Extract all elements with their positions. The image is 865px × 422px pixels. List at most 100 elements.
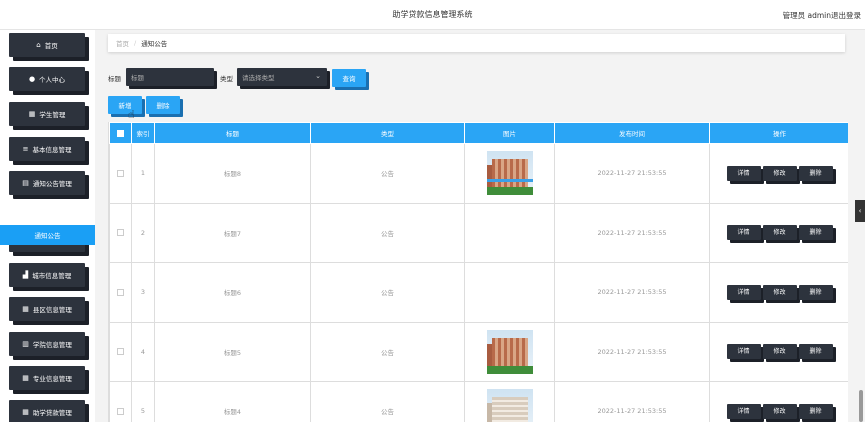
detail-button[interactable]: 详情 — [726, 403, 761, 419]
grid-icon: ▦ — [28, 110, 36, 118]
row-index: 4 — [131, 321, 155, 382]
row-image-cell — [464, 178, 555, 263]
type-select[interactable]: 请选择类型 ⌄ — [237, 68, 327, 86]
sidebar-item-label: 县区信息管理 — [32, 306, 72, 314]
sidebar-item-label: 首页 — [44, 42, 58, 50]
notice-image — [486, 151, 533, 196]
row-actions: 详情 修改 删除 — [709, 381, 848, 422]
title-search-placeholder: 标题 — [131, 74, 144, 82]
edit-button[interactable]: 修改 — [762, 344, 797, 360]
row-checkbox[interactable] — [117, 288, 124, 296]
sidebar-item-10[interactable]: ▦ 助学贷款管理 — [9, 400, 85, 422]
row-time: 2022-11-27 21:53:55 — [554, 202, 710, 263]
sidebar-item-label: 专业信息管理 — [32, 375, 72, 383]
row-time: 2022-11-27 21:53:55 — [554, 381, 710, 422]
breadcrumb-home[interactable]: 首页 — [116, 38, 129, 48]
table-row: 1 标题8 公告 2022-11-27 21:53:55 详情 修改 删除 — [109, 143, 848, 204]
select-all-checkbox[interactable] — [117, 129, 124, 137]
row-title: 标题6 — [154, 262, 311, 323]
table-row: 4 标题5 公告 2022-11-27 21:53:55 详情 修改 删除 — [109, 321, 848, 382]
delete-button[interactable]: 删除 — [798, 165, 833, 181]
delete-button[interactable]: 删除 — [798, 225, 833, 241]
row-time: 2022-11-27 21:53:55 — [554, 262, 710, 323]
edit-button[interactable]: 修改 — [762, 165, 797, 181]
sidebar-item-9[interactable]: ▦ 专业信息管理 — [9, 366, 85, 390]
bulk-delete-button[interactable]: 删除 — [146, 96, 180, 114]
sidebar-item-2[interactable]: ▦ 学生管理 — [9, 102, 85, 126]
detail-button[interactable]: 详情 — [726, 284, 761, 300]
row-select-cell — [109, 202, 132, 263]
row-checkbox[interactable] — [117, 169, 124, 177]
edit-button[interactable]: 修改 — [762, 403, 797, 419]
detail-button[interactable]: 详情 — [726, 225, 761, 241]
sidebar-item-0[interactable]: ⌂ 首页 — [9, 33, 85, 57]
notice-table: 索引 标题 类型 图片 发布时间 操作 1 标题8 公告 2022-11-27 21:… — [108, 122, 848, 422]
row-checkbox[interactable] — [117, 348, 124, 356]
sidebar-item-8[interactable]: ▥ 学院信息管理 — [9, 332, 85, 356]
row-index: 2 — [131, 202, 155, 263]
row-actions: 详情 修改 删除 — [709, 321, 848, 382]
table-header-row: 索引 标题 类型 图片 发布时间 操作 — [109, 122, 848, 144]
grid-icon: ▦ — [22, 305, 29, 313]
title-search-input[interactable]: 标题 — [126, 68, 214, 86]
sidebar-item-4[interactable]: ▤ 通知公告管理 — [9, 171, 85, 195]
row-image-cell — [464, 262, 555, 323]
notice-image — [486, 389, 533, 422]
row-time: 2022-11-27 21:53:55 — [554, 321, 710, 382]
row-type: 公告 — [310, 321, 465, 382]
row-checkbox[interactable] — [117, 407, 124, 415]
breadcrumb: 首页 / 通知公告 — [108, 34, 845, 52]
row-image-cell — [464, 381, 555, 422]
sidebar: ⌂首页●个人中心▦学生管理≡基本信息管理▤通知公告管理▦省份信息管理▟城市信息管… — [0, 30, 95, 422]
row-index: 1 — [131, 143, 155, 204]
row-select-cell — [109, 143, 132, 204]
row-select-cell — [109, 321, 132, 382]
sidebar-item-label: 助学贷款管理 — [32, 409, 72, 417]
sidebar-item-6[interactable]: ▟ 城市信息管理 — [9, 263, 85, 287]
row-select-cell — [109, 262, 132, 323]
grid-icon: ▦ — [22, 408, 29, 416]
delete-button[interactable]: 删除 — [798, 344, 833, 360]
column-header-image: 图片 — [464, 122, 555, 144]
row-index: 5 — [131, 381, 155, 422]
notice-image — [486, 329, 533, 374]
home-icon: ⌂ — [36, 41, 41, 49]
row-type: 公告 — [310, 143, 465, 204]
user-icon: ● — [28, 75, 36, 83]
delete-button[interactable]: 删除 — [798, 403, 833, 419]
sidebar-item-7[interactable]: ▦ 县区信息管理 — [9, 297, 85, 321]
sidebar-item-label: 基本信息管理 — [32, 146, 72, 154]
logout-link[interactable]: 退出登录 — [831, 10, 861, 21]
detail-button[interactable]: 详情 — [726, 344, 761, 360]
column-header-actions: 操作 — [709, 122, 848, 144]
title-filter-label: 标题 — [108, 75, 121, 83]
top-bar: 助学贷款信息管理系统 管理员 admin 退出登录 — [0, 0, 865, 30]
sidebar-item-1[interactable]: ● 个人中心 — [9, 67, 85, 91]
row-checkbox[interactable] — [117, 229, 124, 237]
edit-button[interactable]: 修改 — [762, 225, 797, 241]
query-button[interactable]: 查询 — [332, 69, 366, 87]
sidebar-item-label: 学生管理 — [39, 111, 66, 119]
row-title: 标题8 — [154, 143, 311, 204]
current-user: 管理员 admin — [782, 11, 831, 20]
list-icon: ≡ — [22, 145, 29, 153]
sidebar-item-3[interactable]: ≡ 基本信息管理 — [9, 137, 85, 161]
edit-button[interactable]: 修改 — [762, 284, 797, 300]
delete-button[interactable]: 删除 — [798, 284, 833, 300]
row-title: 标题5 — [154, 321, 311, 382]
table-row: 5 标题4 公告 2022-11-27 21:53:55 详情 修改 删除 — [109, 381, 848, 422]
page-scrollbar[interactable] — [859, 390, 863, 422]
row-actions: 详情 修改 删除 — [709, 143, 848, 204]
row-type: 公告 — [310, 202, 465, 263]
detail-button[interactable]: 详情 — [726, 165, 761, 181]
mouse-cursor-icon: ☝ — [128, 108, 135, 121]
row-index: 3 — [131, 262, 155, 323]
sidebar-item-label: 学院信息管理 — [32, 341, 72, 349]
sidebar-item-label: 通知公告管理 — [32, 180, 72, 188]
sidebar-subitem-active[interactable]: 通知公告 — [0, 225, 95, 245]
row-select-cell — [109, 381, 132, 422]
row-type: 公告 — [310, 381, 465, 422]
add-button[interactable]: 新增 — [108, 96, 142, 114]
collapse-panel-tab[interactable]: ‹ — [855, 200, 865, 222]
building-icon: ▟ — [22, 271, 29, 279]
